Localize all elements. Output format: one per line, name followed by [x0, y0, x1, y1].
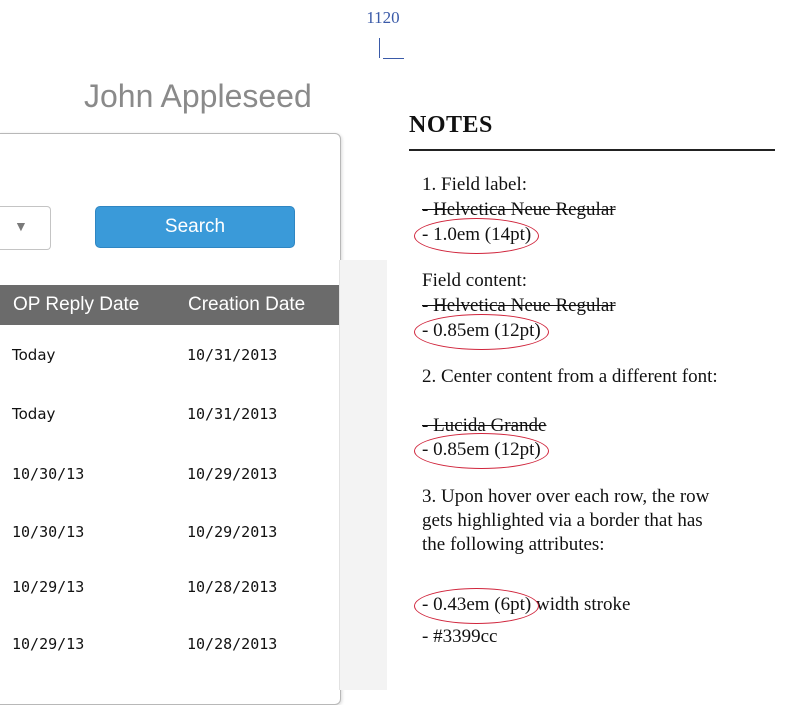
note-3-line-2: gets highlighted via a border that has: [422, 510, 703, 531]
note-3-stroke-size: - 0.43em (6pt): [413, 588, 540, 624]
column-header-creation-date[interactable]: Creation Date: [188, 294, 305, 316]
op-reply-date-cell: Today: [12, 346, 56, 364]
note-1-size: - 1.0em (14pt): [413, 218, 540, 254]
creation-date-cell: 10/28/2013: [187, 635, 278, 653]
op-reply-date-cell: Today: [12, 405, 56, 423]
notes-title: NOTES: [409, 112, 493, 138]
table-row[interactable]: 10/29/13 10/28/2013: [0, 578, 339, 636]
creation-date-cell: 10/28/2013: [187, 578, 278, 596]
op-reply-date-cell: 10/29/13: [12, 578, 85, 596]
table-row[interactable]: Today 10/31/2013: [0, 405, 339, 463]
note-1-size-text: - 1.0em (14pt): [413, 218, 540, 254]
table-header: OP Reply Date Creation Date: [0, 285, 339, 325]
note-3-line-3: the following attributes:: [422, 534, 605, 555]
column-header-op-reply-date[interactable]: OP Reply Date: [13, 294, 139, 316]
note-1-font: - Helvetica Neue Regular: [422, 199, 616, 220]
field-content-font: - Helvetica Neue Regular: [422, 295, 616, 316]
user-name: John Appleseed: [84, 78, 312, 114]
field-content-size-text: - 0.85em (12pt): [414, 314, 549, 350]
search-button[interactable]: Search: [95, 206, 295, 248]
creation-date-cell: 10/31/2013: [187, 405, 278, 423]
op-reply-date-cell: 10/30/13: [12, 523, 85, 541]
width-label: 1120: [366, 8, 400, 27]
note-2-size: - 0.85em (12pt): [414, 433, 549, 469]
op-reply-date-cell: 10/29/13: [12, 635, 85, 653]
creation-date-cell: 10/29/2013: [187, 465, 278, 483]
chevron-down-icon: ▼: [14, 218, 28, 234]
creation-date-cell: 10/31/2013: [187, 346, 278, 364]
width-annotation: 1120: [360, 8, 410, 68]
note-3-color: - #3399cc: [422, 626, 498, 647]
table-row[interactable]: 10/30/13 10/29/2013: [0, 523, 339, 581]
field-content-size: - 0.85em (12pt): [414, 314, 549, 350]
notes-panel: NOTES 1. Field label: - Helvetica Neue R…: [409, 112, 779, 647]
filter-dropdown[interactable]: ▼: [0, 206, 51, 250]
width-tick-vertical: [379, 38, 380, 58]
notes-divider: [409, 149, 775, 151]
op-reply-date-cell: 10/30/13: [12, 465, 85, 483]
field-content-heading: Field content:: [422, 270, 528, 291]
note-3-line-1: 3. Upon hover over each row, the row: [422, 486, 710, 507]
table-row[interactable]: 10/29/13 10/28/2013: [0, 635, 339, 693]
note-3-stroke: - 0.43em (6pt) width stroke: [413, 588, 631, 624]
width-tick-horizontal: [383, 58, 404, 59]
note-2-heading: 2. Center content from a different font:: [422, 366, 718, 387]
note-1-heading: 1. Field label:: [422, 174, 528, 195]
table-row[interactable]: Today 10/31/2013: [0, 346, 339, 404]
note-3-stroke-rest: width stroke: [531, 594, 631, 615]
panel-scroll-area: [339, 260, 387, 690]
creation-date-cell: 10/29/2013: [187, 523, 278, 541]
table-row[interactable]: 10/30/13 10/29/2013: [0, 465, 339, 523]
note-2-size-text: - 0.85em (12pt): [414, 433, 549, 469]
